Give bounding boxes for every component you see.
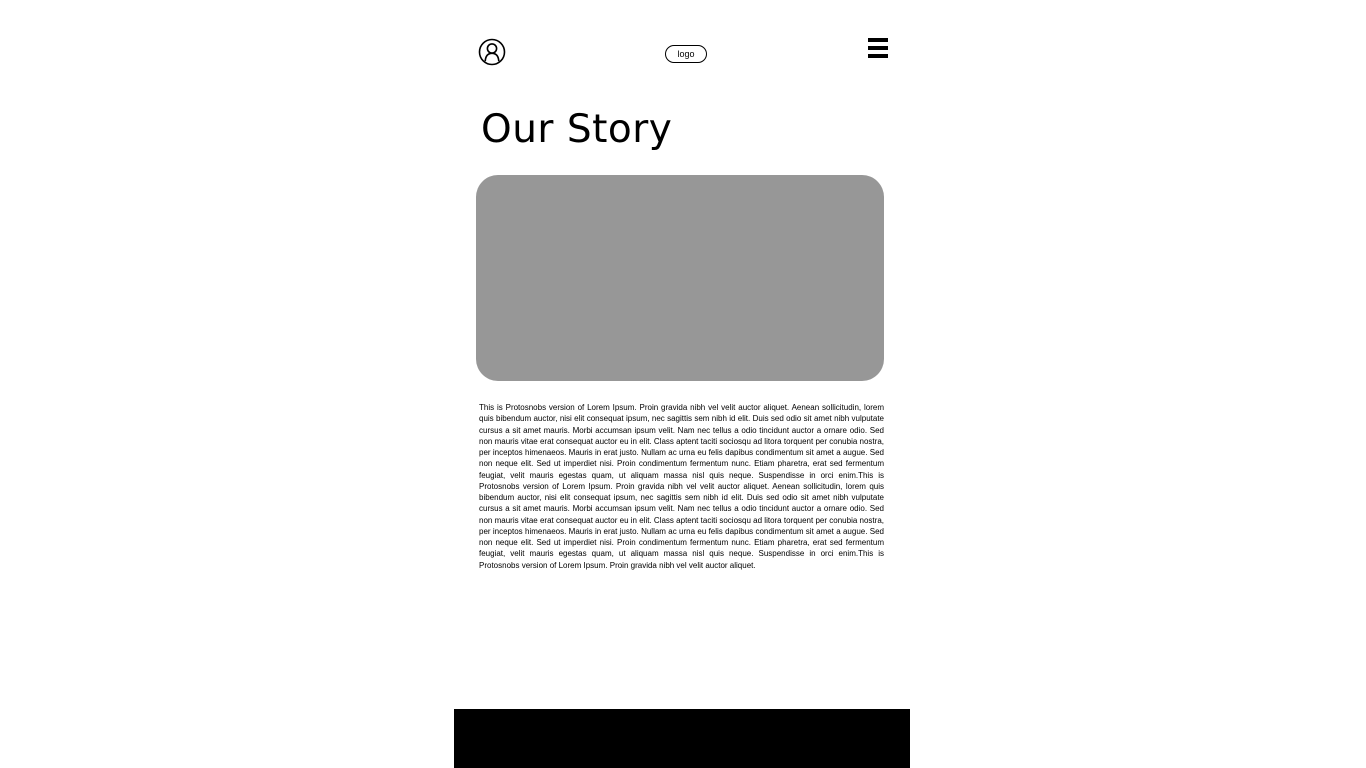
user-profile-icon-graphic [478, 38, 506, 66]
menu-bar-middle [868, 46, 888, 50]
header: logo [454, 0, 910, 80]
logo[interactable]: logo [665, 45, 707, 63]
image-placeholder [476, 175, 884, 381]
mobile-page-frame: logo Our Story This is Protosnobs versio… [454, 0, 910, 768]
hamburger-menu-icon[interactable] [868, 38, 888, 59]
page-title: Our Story [481, 107, 673, 152]
user-profile-icon[interactable] [478, 38, 506, 66]
story-body-text: This is Protosnobs version of Lorem Ipsu… [479, 403, 884, 570]
menu-bar-top [868, 38, 888, 42]
footer [454, 709, 910, 768]
menu-bar-bottom [868, 54, 888, 58]
